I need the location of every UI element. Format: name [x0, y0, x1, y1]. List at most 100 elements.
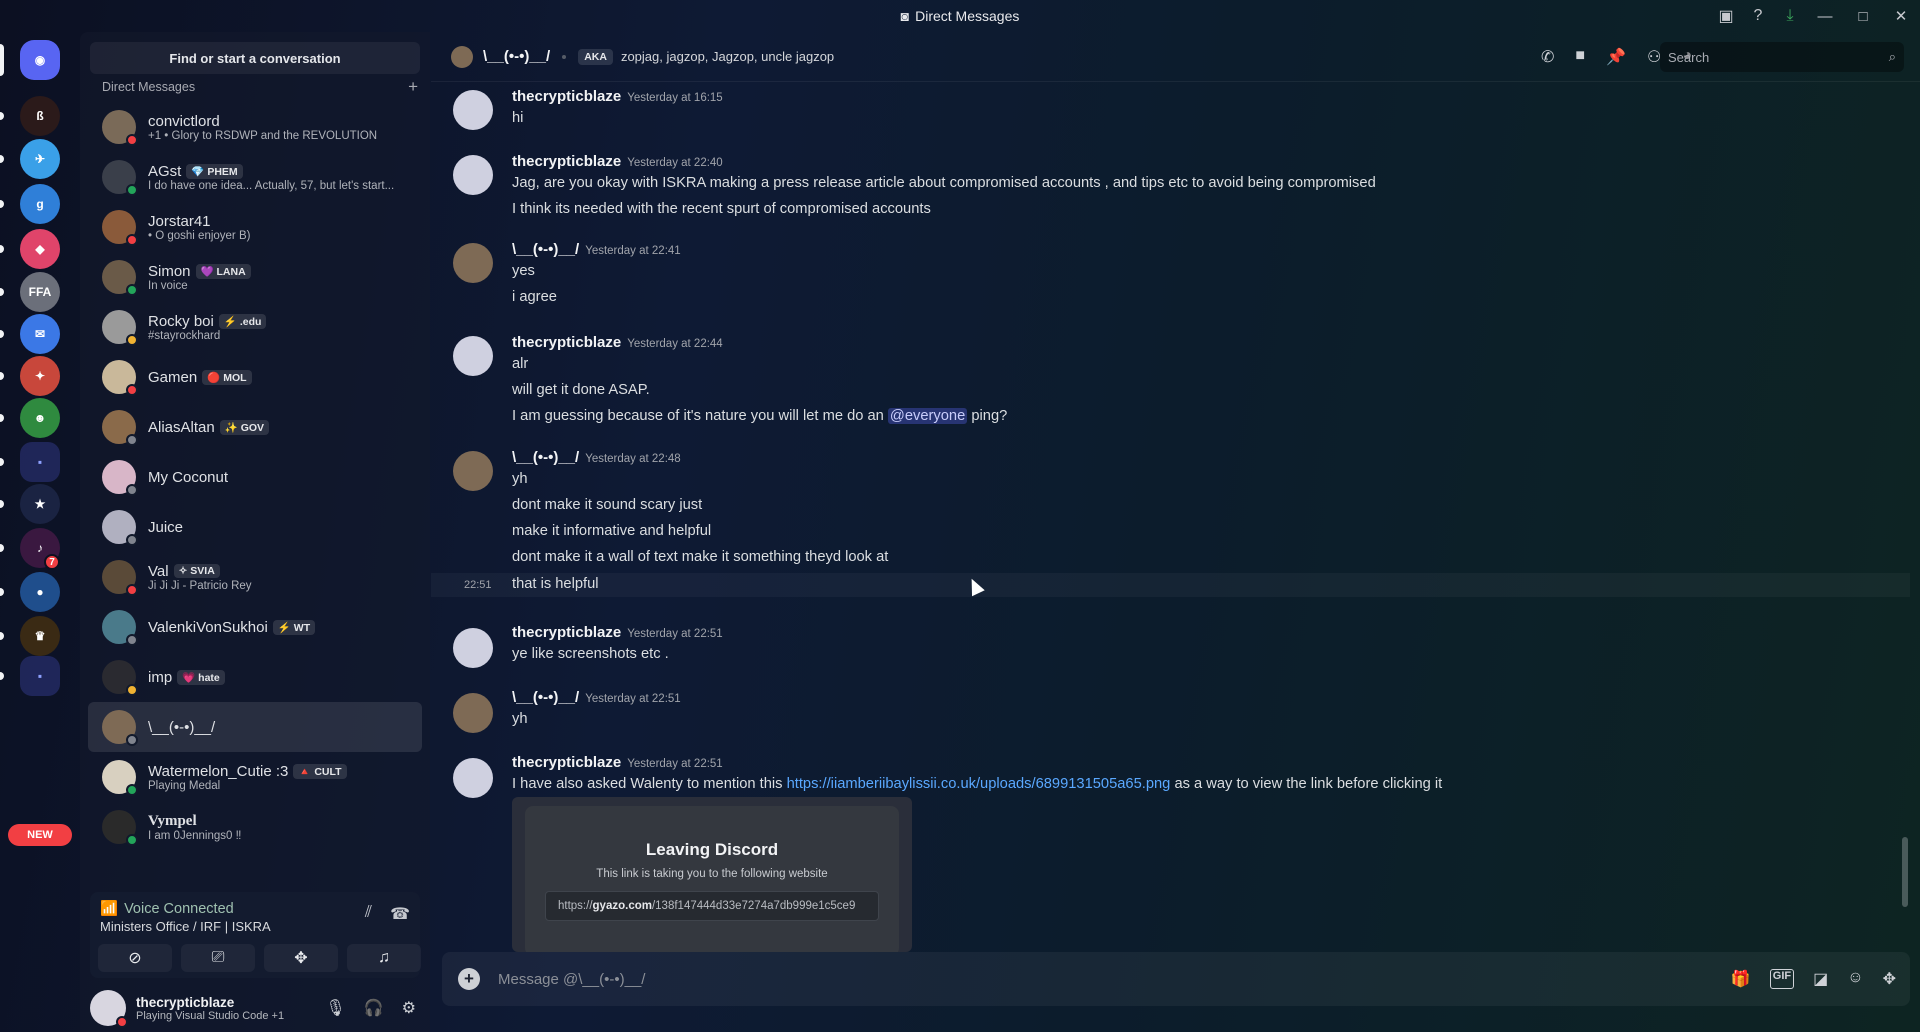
gift-icon[interactable]: 🎁: [1731, 969, 1751, 989]
dm-item[interactable]: Gamen 🔴 MOL: [88, 352, 422, 402]
server-6-icon[interactable]: ✉: [20, 314, 60, 354]
server-tag-badge: 💗 hate: [177, 669, 225, 685]
noise-suppression-icon[interactable]: ⫽: [365, 904, 372, 924]
help-icon[interactable]: ?: [1742, 0, 1774, 32]
find-conversation-button[interactable]: Find or start a conversation: [90, 42, 420, 74]
dm-name-row: AliasAltan ✨ GOV: [148, 419, 270, 436]
window-title: ◙ Direct Messages: [900, 8, 1020, 24]
avatar[interactable]: [451, 45, 473, 68]
recipient-name[interactable]: \__(•-•)__/: [483, 48, 550, 65]
dm-item[interactable]: Val ✧ SVIA Ji Ji Ji - Patricio Rey: [88, 552, 422, 602]
close-button[interactable]: ✕: [1882, 0, 1920, 32]
avatar[interactable]: [453, 90, 493, 130]
add-dm-icon[interactable]: +: [408, 77, 418, 97]
author-name[interactable]: \__(•-•)__/: [512, 241, 579, 258]
dm-item[interactable]: Vympel I am 0Jennings0 ‼: [88, 802, 422, 852]
image-attachment[interactable]: Leaving Discord This link is taking you …: [512, 797, 912, 952]
dm-item[interactable]: Watermelon_Cutie :3 🔺 CULT Playing Medal: [88, 752, 422, 802]
server-8-icon[interactable]: ☻: [20, 398, 60, 438]
folder-1-icon[interactable]: ▪: [20, 442, 60, 482]
message-timestamp: Yesterday at 22:44: [627, 338, 723, 350]
camera-off-button[interactable]: ⊘: [98, 944, 172, 972]
author-name[interactable]: thecrypticblaze: [512, 334, 621, 351]
dm-name-row: convictlord: [148, 113, 377, 130]
download-icon[interactable]: ⤓: [1774, 0, 1806, 32]
dm-item[interactable]: Simon 💜 LANA In voice: [88, 252, 422, 302]
avatar[interactable]: [453, 243, 493, 283]
avatar[interactable]: [453, 628, 493, 668]
dm-name-row: Rocky boi ⚡ .edu: [148, 313, 267, 330]
inbox-icon[interactable]: ▣: [1710, 0, 1742, 32]
avatar[interactable]: [453, 758, 493, 798]
video-call-icon[interactable]: ■: [1575, 47, 1585, 67]
voice-call-icon[interactable]: ✆: [1541, 47, 1554, 67]
dm-item[interactable]: My Coconut: [88, 452, 422, 502]
headphones-icon[interactable]: 🎧: [364, 998, 384, 1018]
message-link[interactable]: https://iiamberiibaylissii.co.uk/uploads…: [787, 776, 1171, 792]
status-off-icon: [126, 434, 138, 446]
avatar[interactable]: [453, 336, 493, 376]
message-composer[interactable]: + Message @\__(•-•)__/ 🎁 GIF ◪ ☺ ✥: [442, 952, 1910, 1006]
unread-indicator: [0, 330, 4, 338]
server-4-icon[interactable]: ◆: [20, 229, 60, 269]
server-3-icon[interactable]: g: [20, 184, 60, 224]
dm-name-row: ValenkiVonSukhoi ⚡ WT: [148, 619, 316, 636]
minimize-button[interactable]: —: [1806, 0, 1844, 32]
author-name[interactable]: \__(•-•)__/: [512, 689, 579, 706]
server-2-icon[interactable]: ✈: [20, 139, 60, 179]
server-5-icon[interactable]: FFA: [20, 272, 60, 312]
pin-icon[interactable]: 📌: [1606, 47, 1626, 67]
dm-name: AGst: [148, 162, 182, 180]
unread-indicator: [0, 588, 4, 596]
voice-connected-status[interactable]: 📶 Voice Connected: [100, 900, 234, 918]
discord-home-icon[interactable]: ◉: [20, 40, 60, 80]
activities-button[interactable]: ✥: [264, 944, 338, 972]
server-tag-badge: ✨ GOV: [219, 419, 270, 435]
server-1-icon[interactable]: ß: [20, 96, 60, 136]
message-text: I am guessing because of it's nature you…: [512, 408, 1008, 424]
server-9-icon[interactable]: ★: [20, 484, 60, 524]
disconnect-icon[interactable]: ☎: [390, 904, 410, 924]
apps-icon[interactable]: ✥: [1883, 969, 1896, 989]
avatar[interactable]: [453, 693, 493, 733]
voice-channel-name[interactable]: Ministers Office / IRF | ISKRA: [100, 919, 271, 934]
server-11-icon[interactable]: ●: [20, 572, 60, 612]
sticker-icon[interactable]: ◪: [1813, 969, 1828, 989]
dm-item[interactable]: Rocky boi ⚡ .edu #stayrockhard: [88, 302, 422, 352]
author-name[interactable]: thecrypticblaze: [512, 88, 621, 105]
soundboard-button[interactable]: ♫: [347, 944, 421, 972]
folder-2-icon[interactable]: ▪: [20, 656, 60, 696]
avatar: [102, 110, 138, 146]
dm-item[interactable]: imp 💗 hate: [88, 652, 422, 702]
gif-icon[interactable]: GIF: [1769, 969, 1795, 989]
dm-item[interactable]: Juice: [88, 502, 422, 552]
avatar[interactable]: [453, 155, 493, 195]
avatar[interactable]: [453, 451, 493, 491]
dm-item[interactable]: \__(•-•)__/: [88, 702, 422, 752]
maximize-button[interactable]: □: [1844, 0, 1882, 32]
everyone-mention[interactable]: @everyone: [887, 408, 968, 424]
dm-item[interactable]: AGst 💎 PHEM I do have one idea... Actually…: [88, 152, 422, 202]
hovered-message-row[interactable]: [431, 573, 1910, 597]
author-name[interactable]: \__(•-•)__/: [512, 449, 579, 466]
author-name[interactable]: thecrypticblaze: [512, 153, 621, 170]
search-input[interactable]: Search ⌕: [1660, 42, 1904, 72]
settings-icon[interactable]: ⚙: [402, 998, 416, 1018]
attach-plus-icon[interactable]: +: [458, 968, 480, 990]
dm-item[interactable]: Jorstar41 • O goshi enjoyer B): [88, 202, 422, 252]
emoji-icon[interactable]: ☺: [1847, 969, 1863, 989]
author-name[interactable]: thecrypticblaze: [512, 754, 621, 771]
message-input[interactable]: Message @\__(•-•)__/: [498, 971, 645, 988]
server-7-icon[interactable]: ✦: [20, 356, 60, 396]
dm-item[interactable]: convictlord +1 • Glory to RSDWP and the R…: [88, 102, 422, 152]
screen-share-button[interactable]: ⎚: [181, 944, 255, 972]
avatar[interactable]: [90, 990, 128, 1028]
author-name[interactable]: thecrypticblaze: [512, 624, 621, 641]
mic-icon[interactable]: 🎙: [325, 998, 345, 1018]
server-12-icon[interactable]: ♛: [20, 616, 60, 656]
user-name[interactable]: thecrypticblaze: [136, 995, 284, 1010]
message-text: I think its needed with the recent spurt…: [512, 201, 931, 217]
chat-scrollbar[interactable]: [1902, 837, 1908, 907]
dm-item[interactable]: ValenkiVonSukhoi ⚡ WT: [88, 602, 422, 652]
dm-item[interactable]: AliasAltan ✨ GOV: [88, 402, 422, 452]
